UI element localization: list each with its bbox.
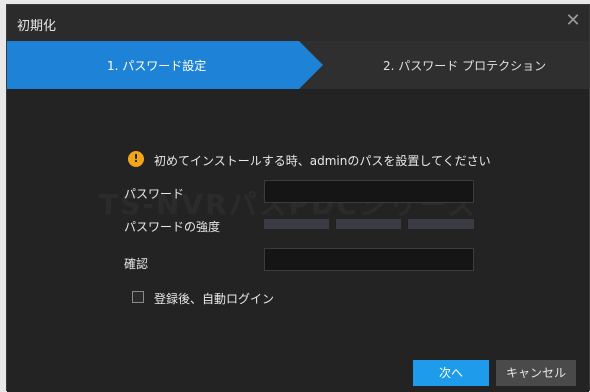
init-dialog: 初期化 ✕ 1. パスワード設定 2. パスワード プロテクション TS-NVR… (6, 4, 590, 392)
step-1-label: 1. パスワード設定 (107, 59, 207, 73)
title-bar: 初期化 ✕ (7, 5, 589, 41)
confirm-label: 確認 (124, 257, 149, 271)
next-button[interactable]: 次へ (413, 360, 489, 386)
auto-login-label: 登録後、自動ログイン (154, 292, 275, 306)
dialog-body: TS-NVRパスPDCシリーズ ! 初めてインストールする時、adminのパスを… (7, 89, 589, 392)
password-label: パスワード (124, 187, 185, 201)
strength-segment-weak (264, 219, 329, 229)
cancel-button[interactable]: キャンセル (496, 360, 576, 386)
warning-icon: ! (128, 151, 144, 167)
auto-login-checkbox[interactable] (132, 291, 144, 303)
info-text: 初めてインストールする時、adminのパスを設置してください (154, 154, 491, 168)
step-indicator: 1. パスワード設定 2. パスワード プロテクション (7, 41, 589, 89)
dialog-title: 初期化 (17, 19, 57, 34)
close-icon[interactable]: ✕ (563, 11, 583, 31)
strength-segment-strong (408, 219, 474, 229)
step-2-label: 2. パスワード プロテクション (383, 59, 547, 73)
password-input[interactable] (264, 180, 474, 203)
strength-segment-medium (336, 219, 401, 229)
confirm-password-input[interactable] (264, 248, 474, 271)
password-strength-label: パスワードの強度 (124, 220, 221, 234)
